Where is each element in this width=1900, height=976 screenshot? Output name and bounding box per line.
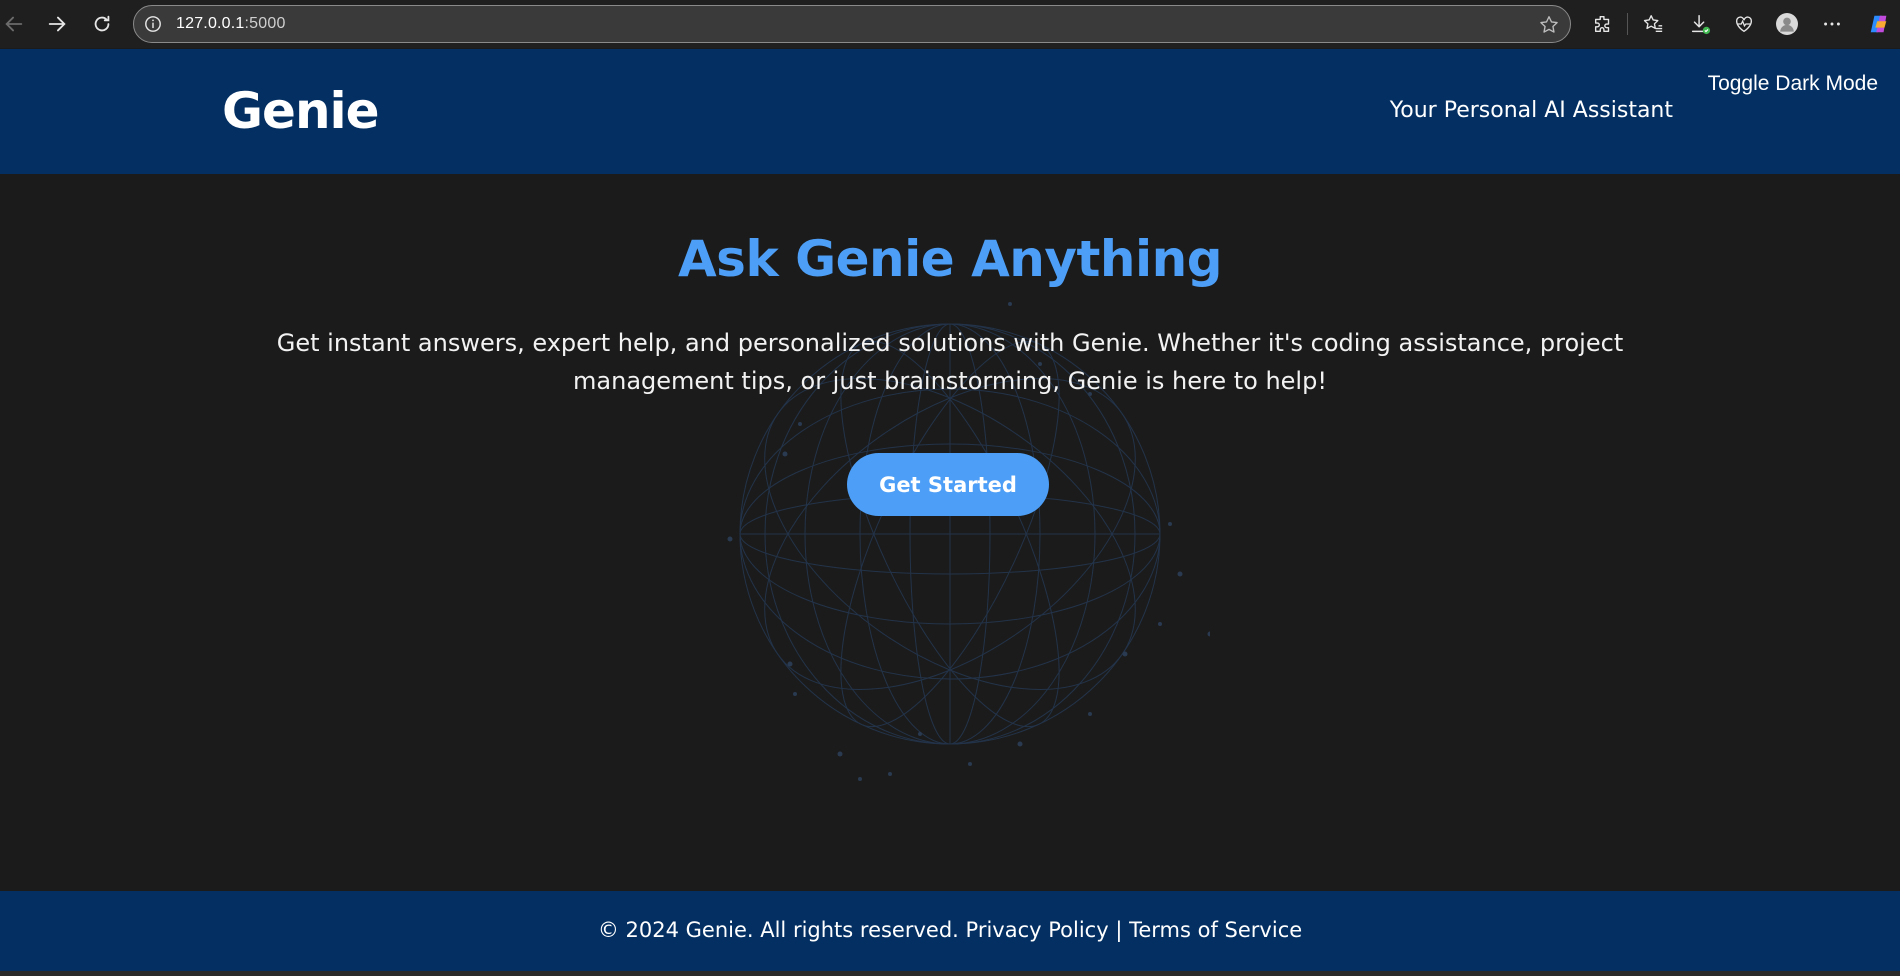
copyright-text: © 2024 Genie. All rights reserved. bbox=[597, 918, 959, 942]
favorites-icon[interactable] bbox=[1640, 11, 1666, 37]
hero-section: Ask Genie Anything Get instant answers, … bbox=[0, 174, 1900, 891]
get-started-button[interactable]: Get Started bbox=[847, 453, 1049, 516]
toolbar-divider bbox=[1627, 13, 1628, 35]
star-icon[interactable] bbox=[1538, 14, 1560, 36]
puzzle-icon[interactable] bbox=[1590, 11, 1616, 37]
browser-toolbar: 127.0.0.1:5000 bbox=[0, 0, 1900, 48]
url-text[interactable]: 127.0.0.1:5000 bbox=[176, 15, 286, 33]
reload-icon[interactable] bbox=[88, 10, 116, 38]
footer-text: © 2024 Genie. All rights reserved. Priva… bbox=[0, 918, 1900, 942]
window-bottom-edge bbox=[0, 971, 1900, 976]
forward-arrow-icon[interactable] bbox=[43, 10, 71, 38]
terms-of-service-link[interactable]: Terms of Service bbox=[1129, 918, 1302, 942]
toggle-dark-mode-button[interactable]: Toggle Dark Mode bbox=[1708, 72, 1878, 96]
url-port: :5000 bbox=[244, 15, 286, 32]
copilot-icon[interactable] bbox=[1866, 11, 1892, 37]
site-footer: © 2024 Genie. All rights reserved. Priva… bbox=[0, 891, 1900, 971]
hero-description: Get instant answers, expert help, and pe… bbox=[276, 329, 1624, 395]
heart-pulse-icon[interactable] bbox=[1731, 11, 1757, 37]
avatar-icon[interactable] bbox=[1774, 11, 1800, 37]
footer-separator: | bbox=[1115, 918, 1123, 942]
back-arrow-icon[interactable] bbox=[0, 10, 28, 38]
privacy-policy-link[interactable]: Privacy Policy bbox=[966, 918, 1109, 942]
site-header: Genie Your Personal AI Assistant Toggle … bbox=[0, 49, 1900, 174]
info-icon[interactable] bbox=[144, 15, 162, 33]
more-icon[interactable] bbox=[1819, 11, 1845, 37]
url-host: 127.0.0.1 bbox=[176, 15, 245, 32]
site-logo[interactable]: Genie bbox=[222, 82, 380, 140]
tagline: Your Personal AI Assistant bbox=[1389, 98, 1673, 123]
hero-title: Ask Genie Anything bbox=[677, 230, 1223, 288]
download-icon[interactable] bbox=[1687, 11, 1713, 37]
address-bar[interactable]: 127.0.0.1:5000 bbox=[133, 5, 1571, 43]
